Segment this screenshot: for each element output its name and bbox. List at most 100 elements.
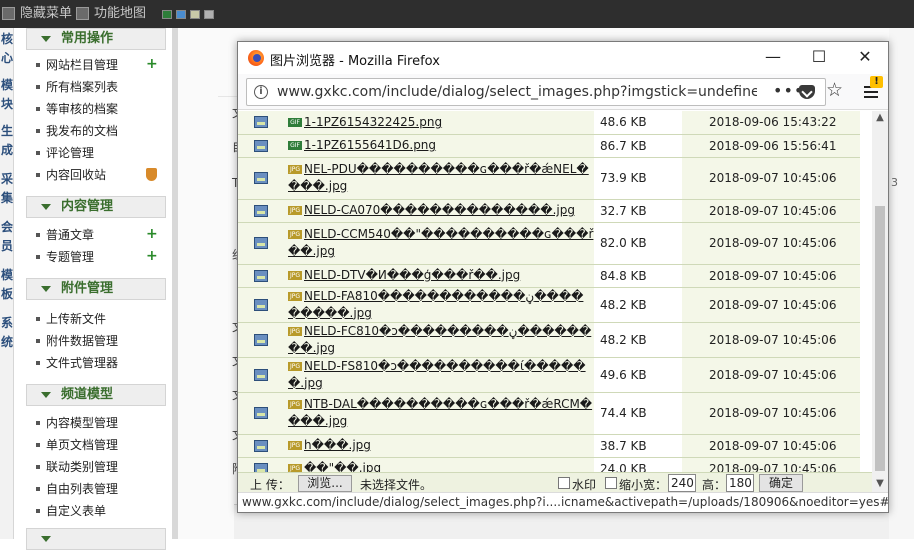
file-cell-name[interactable]: JPG NTB-DAL����������ɢ���ř�ǽRCM����.jpg bbox=[288, 392, 594, 435]
bookmark-star-icon[interactable]: ☆ bbox=[826, 78, 843, 102]
bullet-icon bbox=[36, 509, 40, 513]
scrollbar-thumb[interactable] bbox=[875, 206, 885, 471]
module-tab-collect[interactable]: 采集 bbox=[0, 170, 14, 208]
scroll-down-icon[interactable]: ▼ bbox=[875, 479, 885, 489]
file-cell-name[interactable]: JPG h���.jpg bbox=[288, 434, 594, 458]
menu-item-my-docs[interactable]: 我发布的文档 bbox=[32, 122, 118, 140]
info-icon[interactable]: i bbox=[254, 85, 268, 99]
menu-group-next[interactable] bbox=[26, 528, 166, 550]
menu-group-channel-models[interactable]: 频道模型 bbox=[26, 384, 166, 406]
file-cell-name[interactable]: JPG NELD-FS810�ɔ����������ί������.jpg bbox=[288, 357, 594, 393]
scroll-up-icon[interactable]: ▲ bbox=[875, 113, 885, 123]
menu-item-topics[interactable]: 专题管理 + bbox=[32, 248, 158, 266]
menu-item-all-archives[interactable]: 所有档案列表 bbox=[32, 78, 118, 96]
menu-group-content[interactable]: 内容管理 bbox=[26, 196, 166, 218]
menu-item-linkage-categories[interactable]: 联动类别管理 bbox=[32, 458, 118, 476]
module-tab-system[interactable]: 系统 bbox=[0, 314, 14, 352]
menu-item-recycle-bin[interactable]: 内容回收站 bbox=[32, 166, 157, 184]
file-row[interactable]: JPG ��"��.jpg 24.0 KB 2018-09-07 10:45:06 bbox=[238, 457, 860, 472]
file-cell-name[interactable]: JPG NELD-FC810�ɔ���������ڼ��������.jpg bbox=[288, 322, 594, 358]
file-cell-name[interactable]: JPG NELD-CCM540��"����������ɢ���ř��.jpg bbox=[288, 222, 594, 265]
url-bar[interactable]: i www.gxkc.com/include/dialog/select_ima… bbox=[246, 78, 826, 106]
file-name-link[interactable]: 1-1PZ6154322425.png bbox=[304, 115, 442, 129]
add-icon[interactable]: + bbox=[146, 227, 158, 241]
menu-item-file-manager[interactable]: 文件式管理器 bbox=[32, 354, 118, 372]
file-cell-name[interactable]: JPG NELD-FA810������������ڼ���������.jpg bbox=[288, 287, 594, 323]
file-name-link[interactable]: NELD-CCM540��"����������ɢ���ř��.jpg bbox=[288, 227, 593, 258]
maximize-button[interactable]: ☐ bbox=[796, 42, 842, 74]
menu-item-upload-file[interactable]: 上传新文件 bbox=[32, 310, 106, 328]
file-cell-name[interactable]: JPG NEL-PDU����������ɢ���ř�ǽNEL����.jpg bbox=[288, 157, 594, 200]
file-cell-name[interactable]: GIF 1-1PZ6154322425.png bbox=[288, 111, 594, 135]
file-row[interactable]: GIF 1-1PZ6155641D6.png 86.7 KB 2018-09-06 1… bbox=[238, 134, 860, 158]
file-cell-name[interactable]: JPG NELD-CA070��������������.jpg bbox=[288, 199, 594, 223]
menu-item-comments[interactable]: 评论管理 bbox=[32, 144, 94, 162]
file-row[interactable]: JPG NELD-FA810������������ڼ���������.jpg 4… bbox=[238, 287, 860, 323]
minimize-button[interactable]: — bbox=[750, 42, 796, 74]
thumbnail-width-input[interactable]: 240 bbox=[668, 474, 696, 492]
file-row[interactable]: GIF 1-1PZ6154322425.png 48.6 KB 2018-09-06 … bbox=[238, 111, 860, 135]
vertical-scrollbar[interactable]: ▲ ▼ bbox=[872, 111, 888, 492]
confirm-upload-button[interactable]: 确定 bbox=[759, 474, 803, 492]
module-tab-core[interactable]: 核心 bbox=[0, 30, 14, 68]
thumbnail-checkbox[interactable] bbox=[605, 477, 617, 489]
menu-item-attachment-data[interactable]: 附件数据管理 bbox=[32, 332, 118, 350]
file-cell-name[interactable]: GIF 1-1PZ6155641D6.png bbox=[288, 134, 594, 158]
add-icon[interactable]: + bbox=[146, 249, 158, 263]
module-tab-modules[interactable]: 模块 bbox=[0, 76, 14, 114]
chevron-down-icon bbox=[41, 392, 51, 398]
file-name-link[interactable]: 1-1PZ6155641D6.png bbox=[304, 138, 436, 152]
file-name-link[interactable]: NELD-FS810�ɔ����������ί������.jpg bbox=[288, 359, 586, 390]
file-name-link[interactable]: NTB-DAL����������ɢ���ř�ǽRCM����.jpg bbox=[288, 397, 592, 428]
file-name-link[interactable]: NELD-CA070��������������.jpg bbox=[304, 203, 575, 217]
file-row[interactable]: JPG h���.jpg 38.7 KB 2018-09-07 10:45:06 bbox=[238, 434, 860, 458]
file-name-link[interactable]: ��"��.jpg bbox=[304, 461, 381, 472]
add-icon[interactable]: + bbox=[146, 57, 158, 71]
window-title-bar[interactable]: 图片浏览器 - Mozilla Firefox — ☐ ✕ bbox=[238, 42, 888, 74]
menu-item-free-lists[interactable]: 自由列表管理 bbox=[32, 480, 118, 498]
file-row[interactable]: JPG NELD-CCM540��"����������ɢ���ř��.jpg 82… bbox=[238, 222, 860, 265]
module-tab-members[interactable]: 会员 bbox=[0, 218, 14, 256]
theme-swatch-khaki[interactable] bbox=[190, 10, 200, 19]
watermark-checkbox[interactable] bbox=[558, 477, 570, 489]
pocket-icon[interactable] bbox=[799, 85, 815, 99]
file-row[interactable]: JPG NELD-DTV�И���ģ���ř��.jpg 84.8 KB 2018-0… bbox=[238, 264, 860, 288]
menu-group-attachments[interactable]: 附件管理 bbox=[26, 278, 166, 300]
close-button[interactable]: ✕ bbox=[842, 42, 888, 74]
file-row[interactable]: JPG NTB-DAL����������ɢ���ř�ǽRCM����.jpg 74… bbox=[238, 392, 860, 435]
hide-menu-link[interactable]: 隐藏菜单 bbox=[2, 6, 72, 22]
theme-swatch-gray[interactable] bbox=[204, 10, 214, 19]
file-date: 2018-09-07 10:45:06 bbox=[682, 322, 860, 358]
file-cell-name[interactable]: JPG ��"��.jpg bbox=[288, 457, 594, 472]
module-tab-templates[interactable]: 模板 bbox=[0, 266, 14, 304]
menu-item-single-pages[interactable]: 单页文档管理 bbox=[32, 436, 118, 454]
file-name-link[interactable]: NELD-DTV�И���ģ���ř��.jpg bbox=[304, 268, 520, 282]
file-name-link[interactable]: h���.jpg bbox=[304, 438, 371, 452]
file-name-link[interactable]: NELD-FC810�ɔ���������ڼ��������.jpg bbox=[288, 324, 591, 355]
file-name-link[interactable]: NELD-FA810������������ڼ���������.jpg bbox=[288, 289, 583, 320]
browse-button[interactable]: 浏览... bbox=[298, 475, 352, 492]
file-row[interactable]: JPG NELD-FS810�ɔ����������ί������.jpg 49.6… bbox=[238, 357, 860, 393]
url-text[interactable]: www.gxkc.com/include/dialog/select_image… bbox=[277, 84, 757, 100]
file-row[interactable]: JPG NELD-FC810�ɔ���������ڼ��������.jpg 48.… bbox=[238, 322, 860, 358]
file-row[interactable]: JPG NEL-PDU����������ɢ���ř�ǽNEL����.jpg 73… bbox=[238, 157, 860, 200]
menu-group-common[interactable]: 常用操作 bbox=[26, 28, 166, 50]
file-type-icon: JPG bbox=[288, 400, 302, 409]
theme-swatch-blue[interactable] bbox=[176, 10, 186, 19]
chevron-down-icon bbox=[41, 36, 51, 42]
theme-swatch-green[interactable] bbox=[162, 10, 172, 19]
thumbnail-height-input[interactable]: 180 bbox=[726, 474, 754, 492]
module-tab-generate[interactable]: 生成 bbox=[0, 122, 14, 160]
bullet-icon bbox=[36, 421, 40, 425]
menu-item-content-models[interactable]: 内容模型管理 bbox=[32, 414, 118, 432]
menu-item-site-columns[interactable]: 网站栏目管理 + bbox=[32, 56, 158, 74]
file-cell-name[interactable]: JPG NELD-DTV�И���ģ���ř��.jpg bbox=[288, 264, 594, 288]
image-file-icon bbox=[254, 204, 268, 217]
file-date: 2018-09-07 10:45:06 bbox=[682, 222, 860, 265]
file-row[interactable]: JPG NELD-CA070��������������.jpg 32.7 KB 20… bbox=[238, 199, 860, 223]
menu-item-pending-review[interactable]: 等审核的档案 bbox=[32, 100, 118, 118]
function-map-link[interactable]: 功能地图 bbox=[76, 6, 146, 22]
file-name-link[interactable]: NEL-PDU����������ɢ���ř�ǽNEL����.jpg bbox=[288, 162, 589, 193]
menu-item-custom-forms[interactable]: 自定义表单 bbox=[32, 502, 106, 520]
menu-item-articles[interactable]: 普通文章 + bbox=[32, 226, 158, 244]
